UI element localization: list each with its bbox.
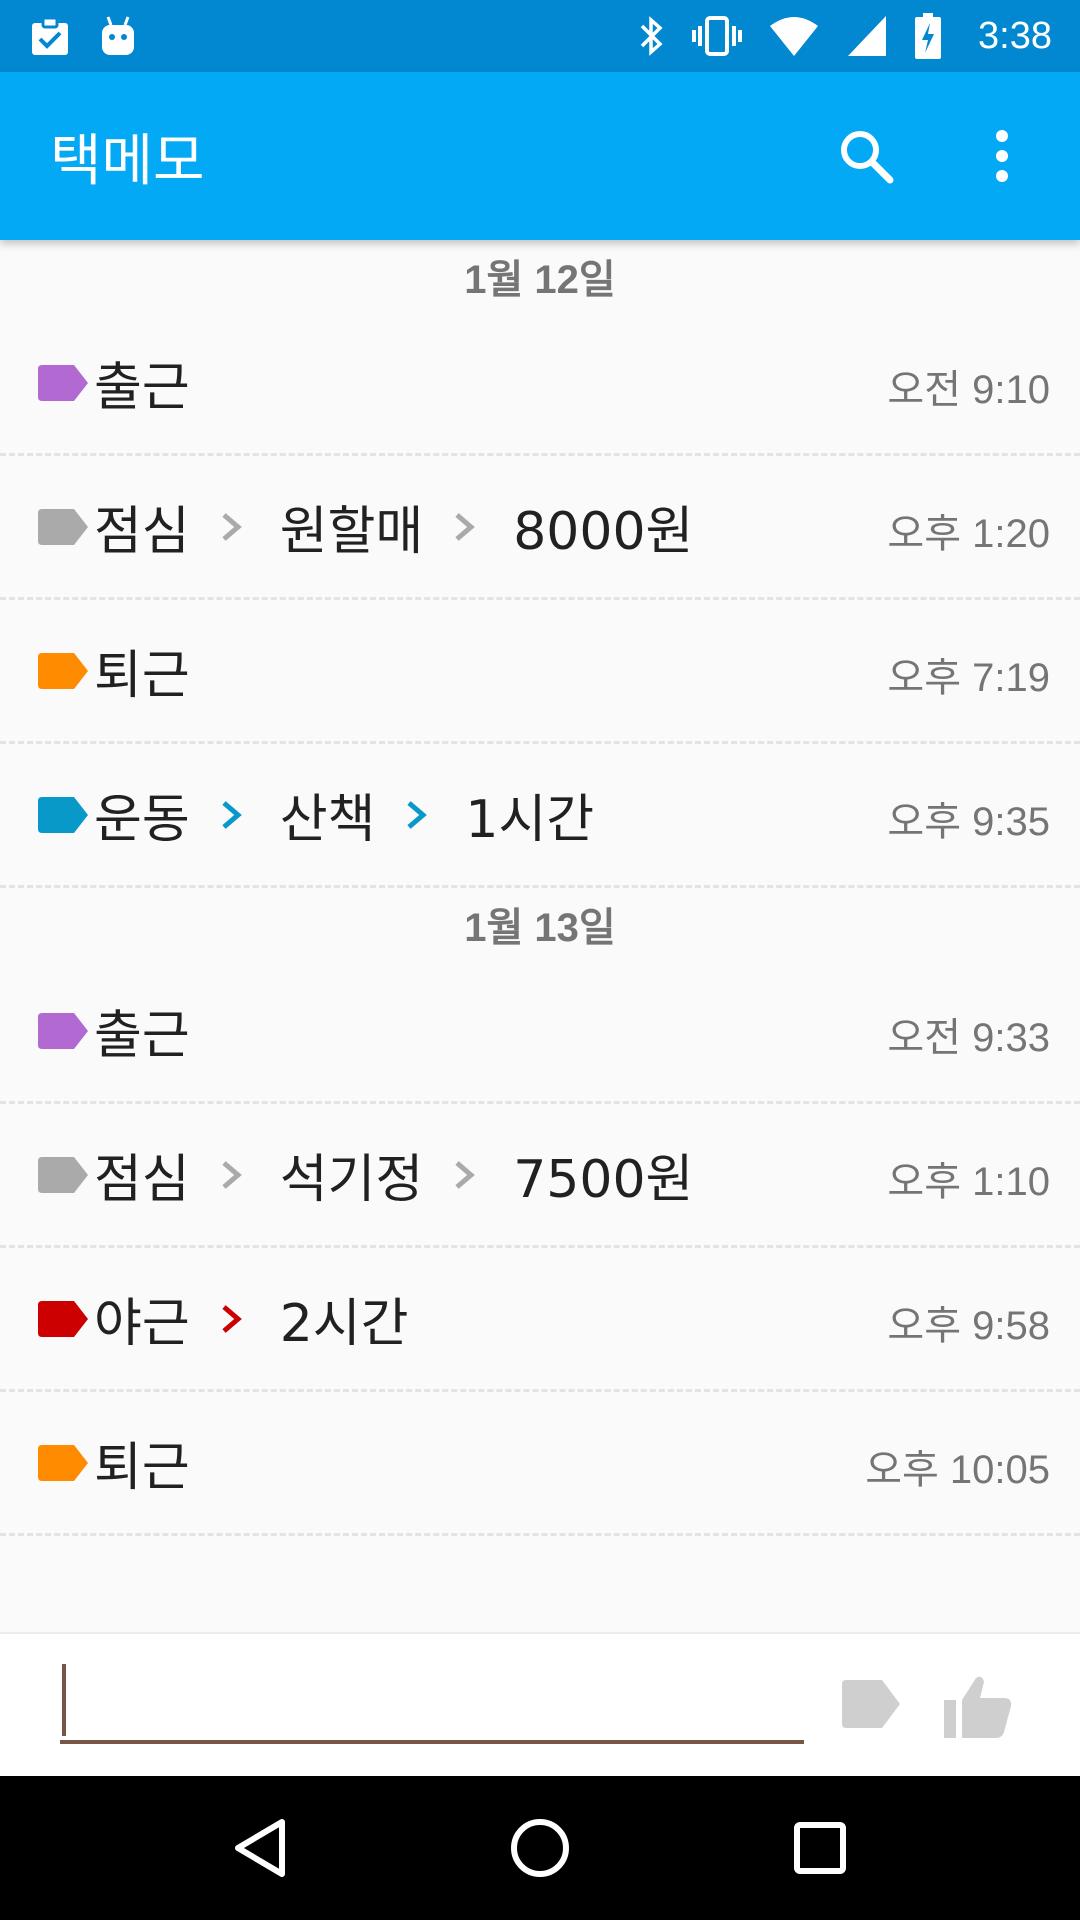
thumbs-up-icon [944,1676,1012,1738]
memo-time: 오후 7:19 [887,656,1050,700]
tag-icon [38,1156,88,1193]
memo-time: 오후 9:58 [887,1304,1050,1348]
memo-detail: 산책 [279,790,376,850]
search-icon [841,131,894,184]
tag-icon [38,364,88,401]
recents-icon [794,1822,846,1874]
memo-category: 점심 [94,1150,190,1210]
memo-input[interactable] [60,1664,804,1744]
signal-icon [846,14,888,58]
back-button[interactable] [205,1793,315,1903]
wifi-icon [768,14,820,58]
recents-button[interactable] [765,1793,875,1903]
memo-row[interactable]: 퇴근 오후 7:19 [0,600,1080,744]
memo-category: 출근 [94,358,190,418]
memo-detail: 석기정 [279,1150,424,1210]
status-time: 3:38 [978,14,1052,57]
memo-row[interactable]: 야근 2시간 오후 9:58 [0,1248,1080,1392]
tag-icon [38,796,88,833]
memo-time: 오후 9:35 [887,800,1050,844]
memo-time: 오후 1:20 [887,512,1050,556]
date-header: 1월 13일 [464,906,616,950]
tag-button[interactable] [840,1678,902,1730]
memo-row[interactable]: 출근 오전 9:33 [0,960,1080,1104]
back-icon [235,1819,285,1877]
vibrate-icon [692,14,743,58]
search-button[interactable] [818,108,914,204]
memo-detail: 2시간 [279,1294,409,1354]
memo-row[interactable]: 점심 석기정 7500원 오후 1:10 [0,1104,1080,1248]
more-vert-icon [996,130,1008,182]
navigation-bar [0,1776,1080,1920]
tag-icon [38,508,88,545]
bluetooth-icon [638,14,666,58]
memo-category: 퇴근 [94,1438,190,1498]
home-icon [511,1819,569,1877]
memo-time: 오전 9:33 [887,1016,1050,1060]
status-bar: 3:38 [0,0,1080,72]
input-bar [0,1632,1080,1776]
memo-detail: 7500원 [513,1150,694,1210]
android-icon [98,15,138,57]
tag-icon [38,1300,88,1337]
chevron-right-icon [222,512,242,541]
home-button[interactable] [485,1793,595,1903]
tag-icon [38,1012,88,1049]
chevron-right-icon [455,512,476,541]
memo-category: 퇴근 [94,646,190,706]
tag-icon [38,652,88,689]
page-title: 택메모 [50,128,205,194]
battery-charging-icon [914,13,942,59]
memo-time: 오전 9:10 [887,368,1050,412]
memo-category: 점심 [94,502,190,562]
memo-detail: 8000원 [513,502,694,562]
memo-detail: 원할매 [279,502,424,562]
memo-detail: 1시간 [465,790,595,850]
tag-icon [842,1680,900,1728]
chevron-right-icon [222,1304,242,1333]
memo-category: 야근 [94,1294,190,1354]
memo-row[interactable]: 퇴근 오후 10:05 [0,1392,1080,1536]
app-bar: 택메모 [0,72,1080,240]
memo-time: 오후 10:05 [865,1448,1050,1492]
chevron-right-icon [222,800,242,829]
clipboard-check-icon [28,15,72,57]
date-header: 1월 12일 [464,258,616,302]
memo-row[interactable]: 운동 산책 1시간 오후 9:35 [0,744,1080,888]
memo-category: 출근 [94,1006,190,1066]
memo-time: 오후 1:10 [887,1160,1050,1204]
text-cursor [62,1664,66,1736]
memo-row[interactable]: 출근 오전 9:10 [0,312,1080,456]
like-button[interactable] [942,1674,1014,1740]
tag-icon [38,1444,88,1481]
memo-category: 운동 [94,790,190,850]
memo-list[interactable]: 1월 12일출근 오전 9:10 점심 원할매 8000원 오후 1:20 퇴근 오후 7:1… [0,240,1080,1536]
chevron-right-icon [222,1160,242,1189]
memo-row[interactable]: 점심 원할매 8000원 오후 1:20 [0,456,1080,600]
chevron-right-icon [455,1160,476,1189]
chevron-right-icon [407,800,428,829]
more-options-button[interactable] [954,108,1050,204]
